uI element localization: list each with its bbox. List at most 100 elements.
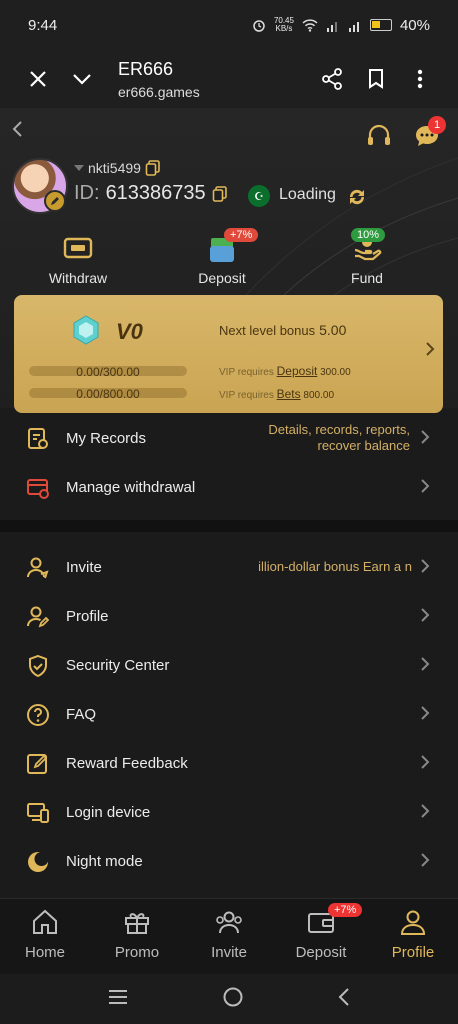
- share-icon: [322, 68, 342, 90]
- system-navigation: [0, 974, 458, 1024]
- chevron-left-icon: [12, 121, 22, 137]
- username-row: nkti5499: [74, 160, 161, 176]
- chevron-right-icon: [420, 852, 430, 873]
- caret-down-icon: [74, 165, 84, 171]
- site-url: er666.games: [118, 83, 200, 100]
- chevron-right-icon: [425, 341, 435, 362]
- pakistan-flag-icon: ☪: [248, 185, 270, 207]
- alarm-icon: [253, 20, 265, 32]
- share-button[interactable]: [310, 57, 354, 101]
- bets-requirement-link[interactable]: Bets: [277, 387, 301, 401]
- user-icon: [400, 910, 426, 935]
- bets-progress-text: 0.00/800.00: [76, 387, 140, 401]
- deposit-requirement: VIP requires Deposit 300.00: [219, 364, 351, 378]
- signal-icon: [326, 21, 337, 32]
- deposit-requirement-link[interactable]: Deposit: [277, 364, 318, 378]
- chevron-right-icon: [420, 478, 430, 499]
- customer-support-button[interactable]: [366, 124, 392, 153]
- menu-item-profile[interactable]: Profile: [0, 592, 458, 640]
- collapse-button[interactable]: [60, 57, 104, 101]
- vip-card[interactable]: V0 Next level bonus 5.00 0.00/300.00 0.00…: [14, 295, 443, 413]
- withdraw-action[interactable]: Withdraw: [28, 230, 128, 286]
- balance-loading-text: Loading: [279, 186, 336, 203]
- deposit-action[interactable]: +7% Deposit: [172, 228, 272, 286]
- ticket-icon: [63, 237, 93, 259]
- close-icon: [30, 71, 46, 87]
- chevron-right-icon: [420, 656, 430, 677]
- chevron-down-icon: [73, 74, 91, 85]
- menu-item-label: Profile: [66, 607, 109, 625]
- nav-deposit[interactable]: +7% Deposit: [276, 903, 366, 961]
- user-id-label: ID:: [74, 182, 100, 204]
- more-menu-button[interactable]: [398, 57, 442, 101]
- deposit-progress-text: 0.00/300.00: [76, 365, 140, 379]
- deposit-bonus-badge: +7%: [224, 228, 259, 242]
- shield-icon: [25, 653, 51, 679]
- profile-page: 1 nkti5499 ID: 613386735 ☪ Loading Withd…: [0, 108, 458, 898]
- home-system-button[interactable]: [222, 986, 244, 1013]
- menu-item-manage-withdrawal[interactable]: Manage withdrawal: [0, 463, 458, 511]
- headset-icon: [368, 124, 390, 145]
- nav-promo[interactable]: Promo: [92, 909, 182, 961]
- refresh-balance-button[interactable]: [346, 186, 368, 213]
- bookmark-button[interactable]: [354, 57, 398, 101]
- chevron-right-icon: [420, 607, 430, 628]
- menu-item-label: Security Center: [66, 656, 170, 674]
- avatar-edit-badge[interactable]: [44, 190, 66, 212]
- menu-item-label: Reward Feedback: [66, 754, 188, 772]
- bets-requirement: VIP requires Bets 800.00: [219, 387, 335, 401]
- status-indicators: 70.45 KB/s 40%: [252, 17, 430, 34]
- chevron-right-icon: [420, 803, 430, 824]
- gift-icon: [125, 913, 149, 934]
- section-divider: [0, 520, 458, 532]
- invite-user-icon: [25, 555, 51, 581]
- user-id-row: ID: 613386735: [74, 182, 228, 205]
- menu-item-faq[interactable]: FAQ: [0, 690, 458, 738]
- copy-id-icon[interactable]: [212, 185, 228, 202]
- menu-item-label: Night mode: [66, 852, 143, 870]
- browser-toolbar: ER666 er666.games: [0, 50, 458, 108]
- menu-item-my-records[interactable]: My Records Details, records, reports, rec…: [0, 414, 458, 462]
- chevron-right-icon: [420, 754, 430, 775]
- vip-level: V0: [116, 319, 143, 344]
- nav-invite[interactable]: Invite: [184, 909, 274, 961]
- bookmark-icon: [369, 69, 383, 89]
- status-time: 9:44: [28, 16, 58, 34]
- network-speed: 70.45 KB/s: [273, 16, 294, 33]
- menu-item-label: FAQ: [66, 705, 97, 723]
- quick-actions: Withdraw +7% Deposit 10% Fund: [0, 228, 458, 292]
- moon-icon: [25, 849, 51, 875]
- nav-home[interactable]: Home: [0, 909, 90, 961]
- message-count-badge: 1: [428, 116, 446, 134]
- group-icon: [216, 911, 242, 934]
- menu-item-label: Invite: [66, 558, 102, 576]
- chevron-left-icon: [338, 987, 350, 1006]
- edit-note-icon: [25, 751, 51, 777]
- menu-item-night-mode[interactable]: Night mode: [0, 837, 458, 885]
- menu-item-label: Login device: [66, 803, 151, 821]
- nav-profile[interactable]: Profile: [368, 909, 458, 961]
- battery-icon: [369, 19, 392, 31]
- vip-gem-icon: [72, 315, 100, 350]
- menu-item-login-device[interactable]: Login device: [0, 788, 458, 836]
- recent-apps-button[interactable]: [107, 989, 129, 1010]
- wifi-icon: [302, 18, 318, 32]
- card-settings-icon: [25, 475, 51, 501]
- invite-marquee-text: illion-dollar bonus Earn a n: [258, 559, 412, 574]
- site-title: ER666: [118, 58, 174, 79]
- close-button[interactable]: [16, 57, 60, 101]
- battery-percent: 40%: [399, 16, 430, 34]
- back-button[interactable]: [10, 120, 24, 143]
- menu-lines-icon: [108, 989, 127, 1004]
- menu-item-label: My Records: [66, 429, 147, 447]
- withdraw-label: Withdraw: [48, 270, 108, 286]
- system-back-button[interactable]: [337, 987, 351, 1012]
- circle-home-icon: [223, 987, 243, 1006]
- nav-deposit-badge: +7%: [328, 903, 363, 917]
- fund-rate-badge: 10%: [351, 228, 386, 242]
- menu-item-reward-feedback[interactable]: Reward Feedback: [0, 739, 458, 787]
- menu-item-security-center[interactable]: Security Center: [0, 641, 458, 689]
- menu-item-invite[interactable]: Invite illion-dollar bonus Earn a n: [0, 543, 458, 591]
- copy-icon[interactable]: [145, 160, 161, 176]
- fund-action[interactable]: 10% Fund: [317, 228, 417, 286]
